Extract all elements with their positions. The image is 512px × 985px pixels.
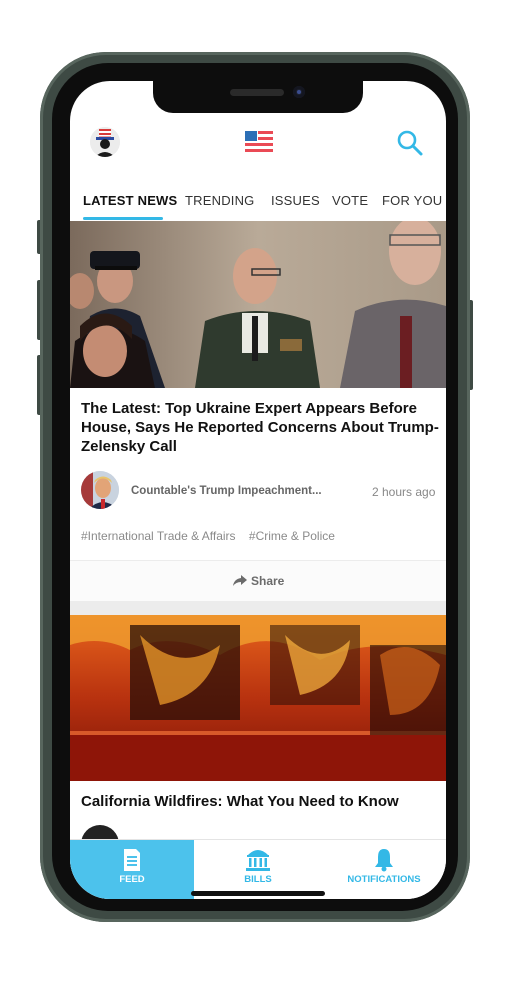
article-image-wildfire[interactable] [70, 615, 446, 781]
article-headline[interactable]: The Latest: Top Ukraine Expert Appears B… [81, 399, 441, 456]
bottom-navigation: FEED BILLS NOTIFICATIONS [70, 839, 446, 899]
source-name[interactable]: Countable's Trump Impeachment... [131, 485, 322, 497]
tab-trending[interactable]: TRENDING [185, 193, 255, 208]
active-tab-indicator [83, 217, 163, 220]
nav-notifications[interactable]: NOTIFICATIONS [322, 840, 446, 899]
tab-issues[interactable]: ISSUES [271, 193, 320, 208]
tab-for-you[interactable]: FOR YOU [382, 193, 442, 208]
share-bar: Share [70, 560, 446, 602]
bell-icon [375, 849, 393, 872]
tab-vote[interactable]: VOTE [332, 193, 368, 208]
tab-latest-news[interactable]: LATEST NEWS [83, 193, 177, 208]
nav-notifications-label: NOTIFICATIONS [347, 874, 421, 885]
nav-feed-label: FEED [119, 874, 145, 885]
nav-feed[interactable]: FEED [70, 840, 194, 899]
app-screen: LATEST NEWS TRENDING ISSUES VOTE FOR YOU [70, 81, 446, 899]
article-headline-2[interactable]: California Wildfires: What You Need to K… [81, 792, 441, 811]
tag-list: #International Trade & Affairs #Crime & … [81, 529, 345, 543]
category-tabs: LATEST NEWS TRENDING ISSUES VOTE FOR YOU [70, 187, 446, 222]
article-image[interactable] [70, 221, 446, 388]
capitol-building-icon [246, 850, 270, 871]
timestamp: 2 hours ago [372, 485, 436, 499]
app-logo-flag-icon [245, 131, 273, 153]
share-arrow-icon [233, 575, 247, 586]
uncle-sam-avatar-icon [90, 127, 120, 157]
share-label: Share [251, 574, 285, 588]
phone-notch [153, 81, 363, 113]
share-button[interactable]: Share [233, 574, 284, 588]
nav-bills-label: BILLS [244, 874, 272, 885]
speaker-grille [230, 89, 284, 96]
front-camera [293, 86, 305, 98]
source-avatar[interactable] [81, 471, 119, 509]
document-icon [124, 849, 140, 871]
profile-avatar[interactable] [90, 127, 120, 157]
tag-international-trade[interactable]: #International Trade & Affairs [81, 529, 236, 543]
card-separator [70, 601, 446, 615]
tag-crime-police[interactable]: #Crime & Police [249, 529, 335, 543]
home-indicator[interactable] [191, 891, 325, 896]
search-icon[interactable] [396, 129, 424, 157]
